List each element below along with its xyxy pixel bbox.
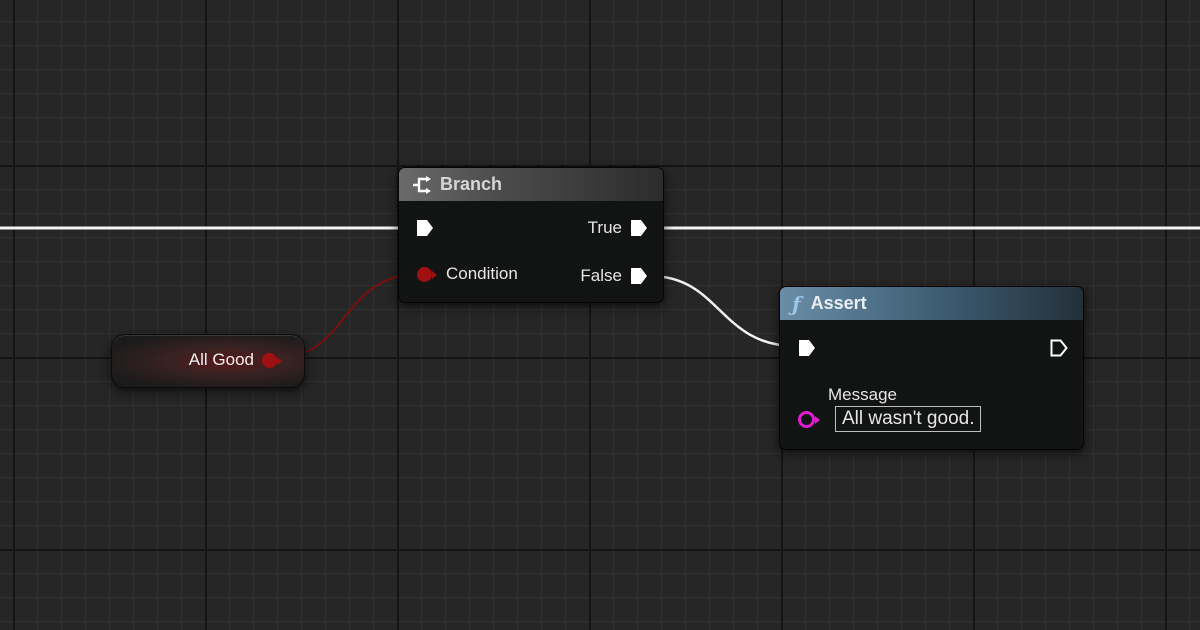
branch-node[interactable]: Branch Condition True False — [398, 167, 664, 303]
branch-false-row[interactable]: False — [580, 266, 648, 286]
all-good-variable-node[interactable]: All Good — [111, 334, 305, 388]
assert-exec-in-row[interactable] — [798, 339, 816, 357]
branch-exec-in-row[interactable] — [416, 219, 434, 237]
exec-wire-false-to-assert — [649, 274, 796, 348]
assert-exec-out-row[interactable] — [1050, 339, 1068, 357]
message-input-row[interactable]: All wasn't good. — [798, 406, 982, 432]
exec-in-pin-icon[interactable] — [416, 219, 434, 237]
condition-pin-icon[interactable] — [417, 266, 437, 282]
variable-label: All Good — [188, 350, 254, 369]
branch-condition-row[interactable]: Condition — [417, 264, 518, 284]
branch-node-header[interactable]: Branch — [399, 168, 663, 201]
condition-label: Condition — [446, 264, 518, 283]
message-label: Message — [828, 385, 897, 404]
exec-out-pin-icon[interactable] — [1050, 339, 1068, 357]
true-label: True — [587, 218, 622, 237]
assert-node[interactable]: ƒ Assert Message All wasn't good. — [779, 286, 1084, 450]
branch-icon — [411, 175, 433, 195]
bool-pin-icon[interactable] — [262, 353, 282, 368]
message-input[interactable]: All wasn't good. — [835, 406, 982, 432]
exec-in-pin-icon[interactable] — [798, 339, 816, 357]
message-label-row: Message — [828, 385, 897, 405]
string-pin-icon[interactable] — [798, 410, 820, 428]
true-exec-out-pin-icon[interactable] — [630, 219, 648, 237]
branch-true-row[interactable]: True — [588, 218, 648, 238]
function-icon: ƒ — [792, 291, 801, 316]
false-exec-out-pin-icon[interactable] — [630, 267, 648, 285]
assert-title: Assert — [810, 293, 867, 313]
branch-title: Branch — [440, 174, 503, 194]
false-label: False — [580, 266, 622, 285]
assert-node-header[interactable]: ƒ Assert — [780, 287, 1083, 320]
